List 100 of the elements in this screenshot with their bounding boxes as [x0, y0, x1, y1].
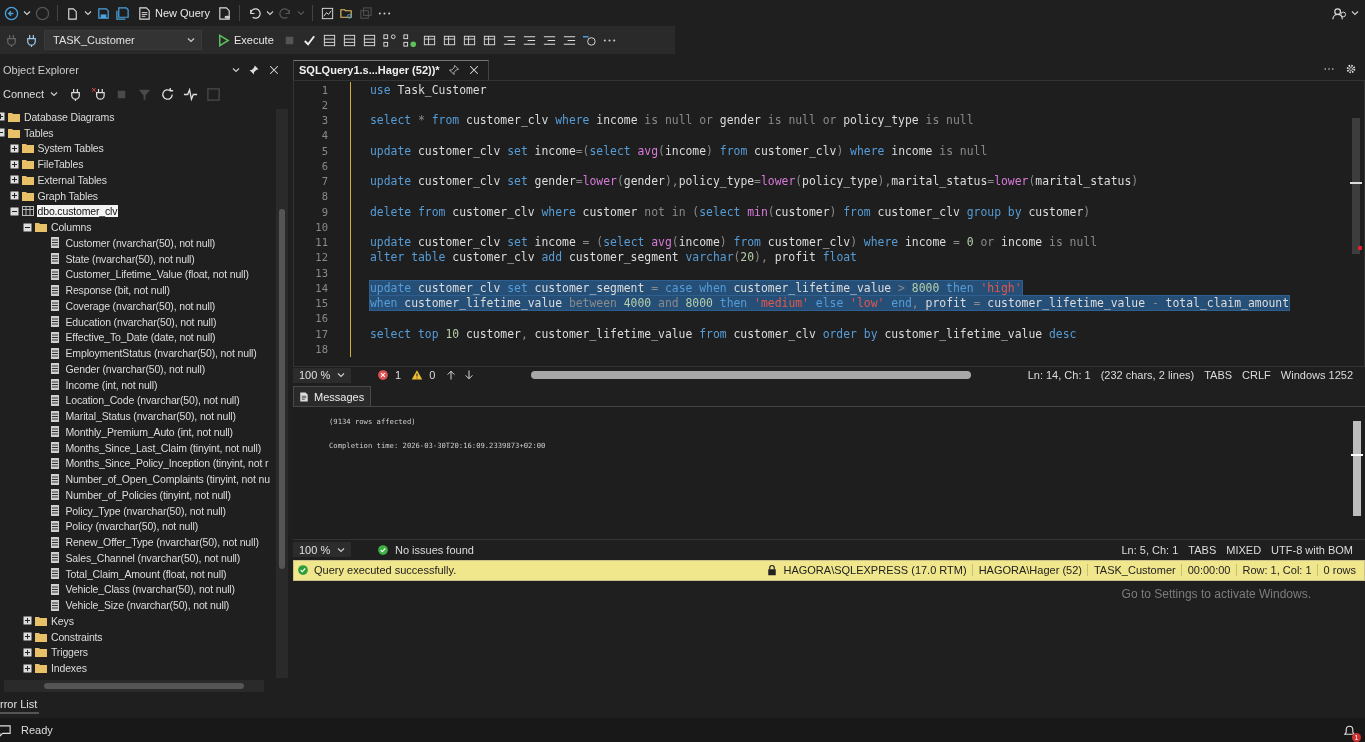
line-number: 9	[320, 205, 328, 218]
tree-item[interactable]: Education (nvarchar(50), not null)	[64, 315, 218, 328]
tree-item[interactable]: Graph Tables	[36, 189, 99, 202]
tree-item[interactable]: System Tables	[36, 142, 105, 155]
expand-icon[interactable]	[23, 647, 32, 657]
execute-button[interactable]: Execute	[213, 30, 277, 50]
settings-icon[interactable]	[1345, 63, 1357, 75]
undo-icon[interactable]	[247, 5, 263, 21]
expand-icon[interactable]	[23, 663, 32, 673]
close-icon[interactable]	[467, 64, 480, 76]
caret-icon	[337, 371, 345, 379]
grid-icon[interactable]	[361, 32, 377, 48]
tree-item[interactable]: Vehicle_Size (nvarchar(50), not null)	[64, 599, 231, 612]
expand-icon[interactable]	[9, 159, 19, 169]
tree-item[interactable]: Constraints	[50, 630, 104, 643]
expand-icon[interactable]	[9, 191, 19, 201]
panel-tab[interactable]: rror List	[0, 696, 40, 714]
tree-item[interactable]: Effective_To_Date (date, not null)	[64, 331, 217, 344]
expand-icon[interactable]	[23, 616, 32, 626]
tree-item[interactable]: Customer (nvarchar(50), not null)	[64, 236, 217, 249]
tree-item[interactable]: FileTables	[36, 158, 85, 171]
encoding: Windows 1252	[1280, 369, 1353, 381]
tree-item[interactable]: Response (bit, not null)	[64, 284, 171, 297]
tree-item[interactable]: Policy (nvarchar(50), not null)	[64, 520, 199, 533]
expand-icon[interactable]	[9, 175, 19, 185]
caret-icon	[50, 90, 58, 98]
new-file-icon[interactable]	[65, 5, 80, 21]
down-arrow-icon[interactable]	[463, 369, 476, 381]
code-line: select * from customer_clv where income is null or gender is null or policy_type is null	[370, 113, 974, 128]
tree-item[interactable]: Triggers	[50, 646, 89, 659]
save-icon[interactable]	[96, 5, 111, 21]
tree-item[interactable]: Coverage (nvarchar(50), not null)	[64, 299, 217, 312]
connect-button[interactable]: Connect	[3, 88, 58, 100]
line-number: 3	[320, 114, 328, 127]
scrollbar[interactable]	[4, 680, 264, 692]
plug-icon[interactable]	[68, 86, 83, 102]
tree-item[interactable]: Months_Since_Policy_Inception (tinyint, not r	[64, 457, 270, 470]
document-tab[interactable]: SQLQuery1.s...Hager (52))*	[293, 60, 489, 80]
scrollbar[interactable]	[276, 109, 288, 678]
elapsed-time: 00:00:00	[1180, 564, 1231, 576]
success-icon	[377, 543, 389, 556]
collapse-icon[interactable]	[9, 206, 19, 216]
grid-icon[interactable]	[321, 32, 337, 48]
zoom-dropdown[interactable]: 100 %	[293, 367, 351, 383]
tree-item[interactable]: Gender (nvarchar(50), not null)	[64, 362, 206, 375]
error-count[interactable]: 1	[395, 369, 402, 381]
success-icon	[297, 564, 309, 576]
tree-item[interactable]: Tables	[23, 126, 55, 139]
nodes-icon[interactable]	[381, 32, 397, 48]
tree-item[interactable]: Database Diagrams	[23, 110, 116, 123]
account-icon[interactable]	[1332, 5, 1347, 21]
tree-item[interactable]: Marital_Status (nvarchar(50), not null)	[64, 410, 237, 423]
document-icon[interactable]	[217, 5, 233, 21]
code-line: select top 10 customer, customer_lifetime_value from customer_clv order by customer_lifetime_value desc	[370, 326, 1077, 341]
tree-item[interactable]: Total_Claim_Amount (float, not null)	[64, 567, 228, 580]
plug-icon[interactable]	[24, 32, 39, 48]
activity-icon[interactable]	[183, 86, 198, 102]
tree-item[interactable]: Columns	[50, 221, 93, 234]
refresh-icon[interactable]	[160, 86, 175, 102]
tree-item[interactable]: State (nvarchar(50), not null)	[64, 252, 196, 265]
tree-item[interactable]: Monthly_Premium_Auto (int, not null)	[64, 425, 234, 438]
tree-item[interactable]: Income (int, not null)	[64, 378, 159, 391]
scrollbar[interactable]	[531, 371, 972, 379]
save-all-icon[interactable]	[115, 5, 130, 21]
back-icon[interactable]	[4, 5, 19, 21]
column-icon	[50, 410, 59, 422]
warning-count[interactable]: 0	[429, 369, 436, 381]
expand-icon[interactable]	[23, 632, 32, 642]
tree-item[interactable]: EmploymentStatus (nvarchar(50), not null)	[64, 347, 258, 360]
tree-item[interactable]: Location_Code (nvarchar(50), not null)	[64, 394, 241, 407]
tree-item[interactable]: Months_Since_Last_Claim (tinyint, not null)	[64, 441, 262, 454]
column-icon	[50, 394, 59, 406]
collapse-icon[interactable]	[23, 222, 32, 232]
new-query-button[interactable]: New Query	[134, 3, 214, 23]
tree-item[interactable]: Customer_Lifetime_Value (float, not null)	[64, 268, 250, 281]
tree-item[interactable]: Keys	[50, 614, 75, 627]
nodes-icon[interactable]	[401, 32, 417, 48]
pin-icon[interactable]	[248, 64, 260, 76]
tree-item[interactable]: Number_of_Open_Complaints (tinyint, not nu	[64, 473, 271, 486]
chart-icon[interactable]	[320, 5, 336, 21]
status-text: Ready	[21, 724, 53, 736]
tree-item[interactable]: dbo.customer_clv	[36, 205, 119, 218]
tree-item[interactable]: Sales_Channel (nvarchar(50), not null)	[64, 551, 242, 564]
tree-item[interactable]: Policy_Type (nvarchar(50), not null)	[64, 504, 227, 517]
tree-item[interactable]: External Tables	[36, 173, 108, 186]
tree-item[interactable]: Renew_Offer_Type (nvarchar(50), not null)	[64, 536, 260, 549]
tree-item[interactable]: Vehicle_Class (nvarchar(50), not null)	[64, 583, 236, 596]
column-icon	[50, 552, 59, 564]
expand-icon[interactable]	[9, 143, 19, 153]
close-icon[interactable]	[268, 64, 280, 76]
tree-item[interactable]: Indexes	[50, 662, 88, 675]
line-number: 1	[320, 83, 328, 96]
messages-tab[interactable]: Messages	[293, 386, 372, 406]
status-message: Query executed successfully.	[314, 564, 457, 576]
pin-icon[interactable]	[447, 64, 460, 76]
disconnect-icon[interactable]	[91, 86, 106, 102]
zoom-dropdown[interactable]: 100 %	[293, 542, 351, 557]
database-dropdown[interactable]: TASK_Customer	[44, 30, 202, 50]
tree-item[interactable]: Number_of_Policies (tinyint, not null)	[64, 488, 232, 501]
grid-icon[interactable]	[341, 32, 357, 48]
